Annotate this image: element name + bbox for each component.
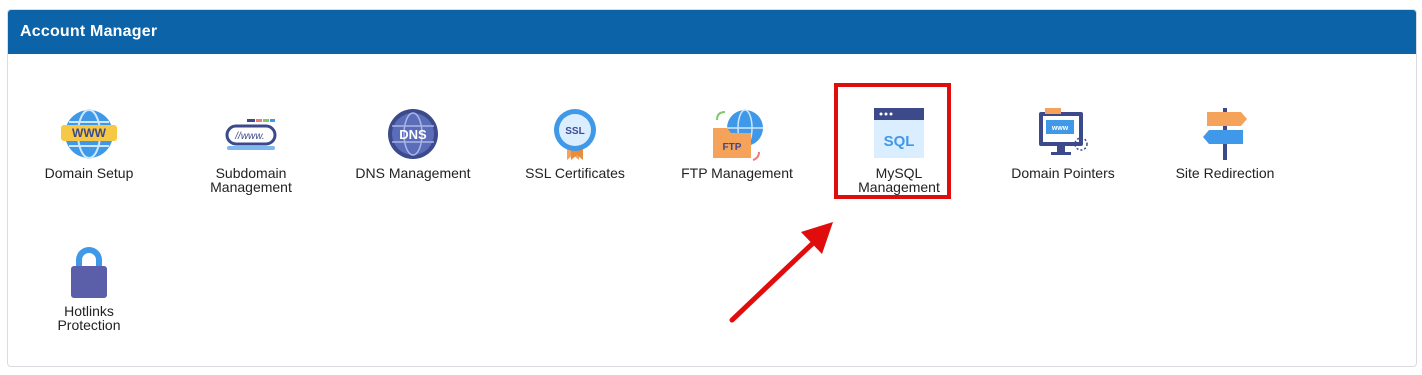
svg-text://www.: //www. xyxy=(234,131,264,142)
tile-ftp-management[interactable]: FTP FTP Management xyxy=(657,106,817,180)
subdomain-address-bar-icon: //www. xyxy=(225,119,277,150)
svg-text:FTP: FTP xyxy=(723,142,742,153)
tile-label: Domain Pointers xyxy=(1011,165,1115,181)
ftp-folder-icon: FTP xyxy=(713,109,763,161)
svg-text:SSL: SSL xyxy=(565,126,584,137)
tile-hotlinks-protection[interactable]: Hotlinks Protection xyxy=(9,244,169,332)
highlight-box xyxy=(834,83,951,199)
tile-label: Site Redirection xyxy=(1175,165,1275,181)
svg-text:www: www xyxy=(1051,125,1069,132)
globe-www-icon: WWW xyxy=(61,109,117,159)
panel-title: Account Manager xyxy=(20,23,158,40)
tile-dns-management[interactable]: DNS DNS Management xyxy=(333,106,493,180)
tile-label: Domain Setup xyxy=(44,165,134,181)
tile-label: Hotlinks Protection xyxy=(57,303,121,333)
signpost-icon xyxy=(1203,108,1247,160)
tile-site-redirection[interactable]: Site Redirection xyxy=(1145,106,1305,180)
tile-domain-setup[interactable]: WWW Domain Setup xyxy=(9,106,169,180)
ssl-badge-icon: SSL xyxy=(554,109,596,160)
panel-header: Account Manager xyxy=(8,10,1416,54)
svg-text:WWW: WWW xyxy=(72,126,107,140)
tile-label: DNS Management xyxy=(355,165,471,181)
tile-label: FTP Management xyxy=(681,165,793,181)
monitor-www-icon: www xyxy=(1039,108,1088,155)
dns-globe-icon: DNS xyxy=(388,109,438,159)
tile-domain-pointers[interactable]: www Domain Pointers xyxy=(983,106,1143,180)
svg-text:DNS: DNS xyxy=(399,127,427,142)
tile-label: SSL Certificates xyxy=(525,165,625,181)
padlock-icon xyxy=(71,247,107,298)
tile-label: Subdomain Management xyxy=(210,165,292,195)
tile-subdomain-management[interactable]: //www. Subdomain Management xyxy=(171,106,331,194)
tile-ssl-certificates[interactable]: SSL SSL Certificates xyxy=(495,106,655,180)
